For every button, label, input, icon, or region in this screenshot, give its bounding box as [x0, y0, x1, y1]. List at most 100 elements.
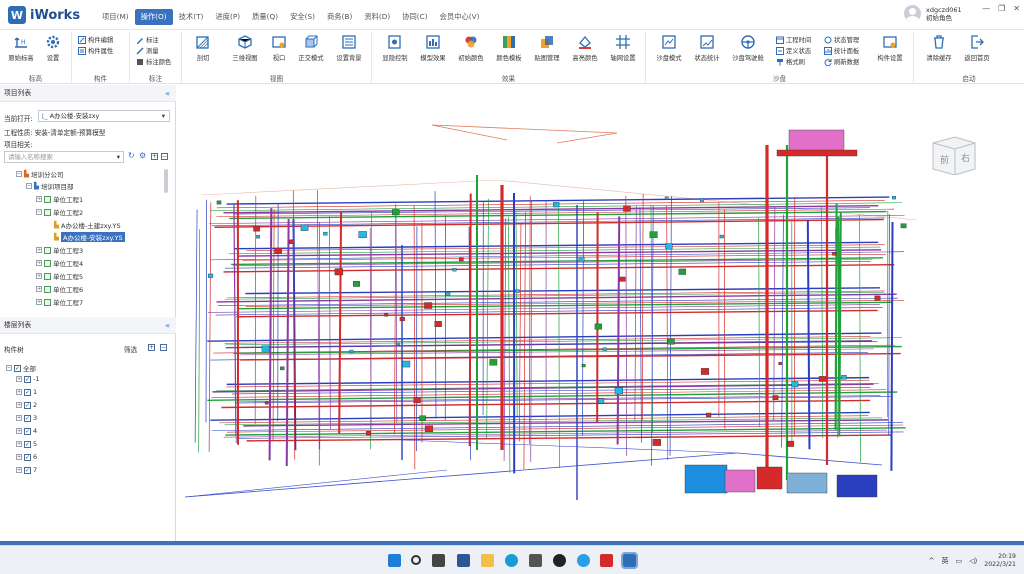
floor-item[interactable]: + ✓ 4: [16, 427, 37, 435]
riser-pipe[interactable]: [395, 213, 398, 423]
fixture-marker[interactable]: [216, 200, 222, 205]
define-state-button[interactable]: 定义状态: [776, 46, 811, 55]
view-cube[interactable]: 前 右: [929, 135, 979, 176]
riser-pipe[interactable]: [625, 195, 628, 456]
rooftop-manifold[interactable]: [776, 149, 858, 157]
fixture-marker[interactable]: [594, 323, 602, 330]
tree-item-unit7[interactable]: + 单位工程7: [36, 297, 83, 307]
state-stats-button[interactable]: 状态统计: [690, 34, 724, 62]
tree-item-install-model[interactable]: ▙ A办公楼-安装zxy.YS: [54, 232, 125, 242]
fixture-marker[interactable]: [786, 440, 795, 447]
pipe-manifold[interactable]: [786, 472, 828, 494]
fixture-marker[interactable]: [358, 231, 367, 238]
tree-item-unit5[interactable]: + 单位工程5: [36, 271, 83, 281]
fixture-marker[interactable]: [445, 291, 451, 296]
rooftop-unit[interactable]: [788, 129, 845, 153]
minimize-button[interactable]: —: [982, 4, 990, 13]
horizontal-pipe[interactable]: [211, 217, 885, 227]
set-background-button[interactable]: 设置背景: [332, 34, 366, 62]
fixture-marker[interactable]: [452, 268, 457, 272]
riser-pipe[interactable]: [806, 220, 811, 450]
fixture-marker[interactable]: [900, 223, 907, 229]
clear-cache-button[interactable]: 清除缓存: [922, 34, 956, 62]
floor-item-all[interactable]: − ✓ 全部: [6, 363, 36, 373]
fixture-marker[interactable]: [300, 224, 309, 231]
valve-cluster[interactable]: [756, 466, 783, 490]
fixture-marker[interactable]: [706, 412, 712, 418]
riser-pipe[interactable]: [198, 229, 201, 453]
close-button[interactable]: ✕: [1013, 4, 1020, 13]
fixture-marker[interactable]: [399, 316, 405, 322]
fixture-marker[interactable]: [334, 268, 344, 276]
fixture-marker[interactable]: [614, 387, 623, 395]
refresh-data-button[interactable]: 刷新数据: [824, 57, 859, 66]
riser-pipe[interactable]: [413, 205, 416, 470]
texture-manager-button[interactable]: 贴图管理: [530, 34, 564, 62]
viewport-button[interactable]: 视口: [266, 34, 292, 62]
tank-unit[interactable]: [724, 469, 756, 493]
color-template-button[interactable]: 颜色模板: [492, 34, 526, 62]
volume-icon[interactable]: ◁): [969, 557, 977, 565]
model-viewport[interactable]: 前 右: [177, 85, 1024, 541]
fixture-marker[interactable]: [515, 289, 520, 293]
horizontal-pipe[interactable]: [225, 427, 906, 436]
fixture-marker[interactable]: [256, 235, 261, 239]
store-icon[interactable]: [529, 554, 542, 567]
stats-panel-button[interactable]: 统计面板: [824, 46, 859, 55]
riser-pipe[interactable]: [834, 203, 838, 430]
fixture-marker[interactable]: [264, 401, 269, 405]
fixture-marker[interactable]: [667, 338, 675, 345]
riser-pipe[interactable]: [272, 209, 275, 441]
menu-documents[interactable]: 资料(D): [358, 9, 396, 25]
chevron-up-icon[interactable]: ^: [929, 557, 935, 565]
ortho-mode-button[interactable]: 正交模式: [294, 34, 328, 62]
floor-item[interactable]: + ✓ 2: [16, 401, 37, 409]
component-props-button[interactable]: 构件属性: [78, 46, 113, 55]
fixture-marker[interactable]: [874, 295, 881, 301]
windows-start-icon[interactable]: [388, 554, 401, 567]
highlight-color-button[interactable]: 高亮颜色: [568, 34, 602, 62]
riser-pipe[interactable]: [758, 217, 760, 428]
horizontal-pipe[interactable]: [208, 215, 905, 224]
app-circle-icon[interactable]: [553, 554, 566, 567]
menu-quality[interactable]: 质量(Q): [246, 9, 284, 25]
floor-item[interactable]: + ✓ -1: [16, 375, 39, 383]
browser-icon[interactable]: [577, 554, 590, 567]
fixture-marker[interactable]: [384, 313, 389, 317]
riser-pipe[interactable]: [582, 201, 584, 436]
riser-pipe[interactable]: [639, 207, 642, 443]
riser-pipe[interactable]: [616, 216, 621, 445]
axis-grid-button[interactable]: 轴网设置: [606, 34, 640, 62]
user-info[interactable]: xdgczd061 初始角色: [904, 5, 962, 22]
floor-grid[interactable]: [184, 469, 448, 498]
riser-pipe[interactable]: [208, 202, 212, 452]
fixture-marker[interactable]: [652, 439, 661, 446]
measure-button[interactable]: 测量: [136, 46, 159, 55]
horizontal-pipe[interactable]: [226, 290, 885, 299]
tree-item-unit3[interactable]: + 单位工程3: [36, 245, 83, 255]
riser-pipe[interactable]: [394, 204, 397, 435]
roof-outline[interactable]: [556, 132, 618, 144]
fixture-marker[interactable]: [253, 226, 260, 232]
collapse-floor-icon[interactable]: «: [165, 317, 170, 334]
fixture-marker[interactable]: [352, 281, 360, 287]
riser-pipe[interactable]: [669, 196, 672, 456]
file-explorer-icon[interactable]: [481, 554, 494, 567]
filter-button[interactable]: 筛选: [124, 344, 137, 354]
fixture-marker[interactable]: [289, 239, 295, 245]
tree-item-unit2[interactable]: − 单位工程2: [36, 207, 83, 217]
expand-floors-icon[interactable]: +: [148, 344, 155, 351]
expand-all-icon[interactable]: +: [151, 153, 158, 160]
fixture-marker[interactable]: [434, 321, 442, 327]
restore-button[interactable]: ❐: [998, 4, 1005, 13]
search-icon[interactable]: [411, 555, 421, 565]
riser-pipe[interactable]: [317, 190, 320, 466]
floor-grid[interactable]: [401, 439, 738, 454]
fixture-marker[interactable]: [424, 302, 433, 309]
view-cube-front[interactable]: 前: [940, 153, 949, 166]
clock[interactable]: 20:19 2022/3/21: [984, 553, 1016, 569]
fixture-marker[interactable]: [699, 198, 705, 202]
riser-pipe[interactable]: [888, 214, 890, 436]
horizontal-pipe[interactable]: [231, 257, 884, 266]
fixture-marker[interactable]: [402, 360, 411, 368]
